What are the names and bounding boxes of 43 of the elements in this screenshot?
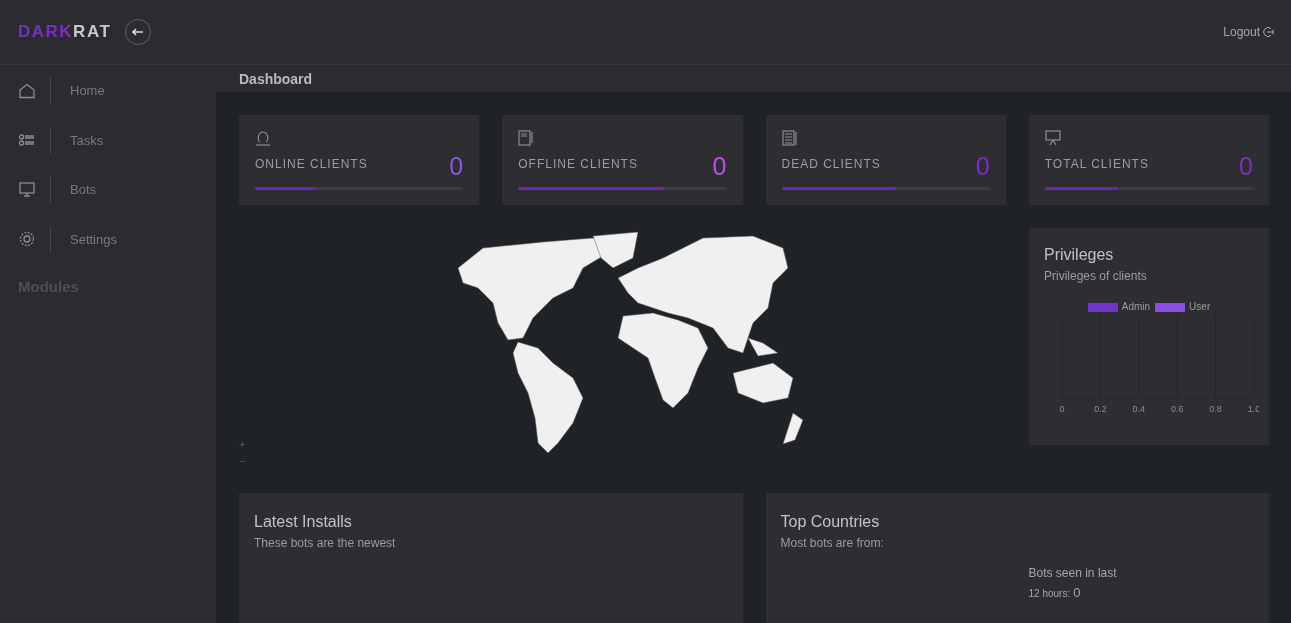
- logo: DARKRAT: [18, 22, 112, 42]
- monitor-icon: [19, 182, 35, 198]
- zoom-out-button[interactable]: −: [239, 453, 246, 470]
- bot-count: 0: [1073, 585, 1081, 600]
- bots-seen-heading: Bots seen in last: [1028, 566, 1118, 580]
- stat-value: 0: [712, 152, 727, 180]
- home-icon: [19, 82, 35, 99]
- axis-tick-label: 0: [1059, 404, 1065, 414]
- sidebar-item[interactable]: Bots: [70, 182, 96, 198]
- presentation-board-icon: [1044, 130, 1061, 146]
- card-title: Privileges: [1044, 246, 1115, 264]
- stat-value: 0: [1239, 152, 1253, 180]
- stat-value: 0: [975, 152, 990, 180]
- stat-value: 0: [449, 152, 464, 180]
- axis-tick-label: 0.8: [1209, 404, 1222, 414]
- sidebar-item[interactable]: Home: [70, 83, 105, 99]
- axis-tick-label: 0.6: [1170, 404, 1184, 414]
- stat-label: OFFLINE CLIENTS: [518, 157, 638, 173]
- stat-label: TOTAL CLIENTS: [1044, 157, 1149, 173]
- axis-tick-label: 0.2: [1094, 404, 1107, 414]
- sidebar-item[interactable]: Settings: [70, 231, 117, 247]
- period-label: 12 hours:: [1028, 588, 1071, 599]
- left-arrow-icon: [132, 28, 145, 36]
- card-subtitle: Most bots are from:: [780, 536, 885, 550]
- stat-label: ONLINE CLIENTS: [255, 157, 368, 173]
- axis-tick-label: 0.4: [1132, 404, 1146, 414]
- card-title: Top Countries: [780, 513, 881, 531]
- notebook-icon: [518, 130, 535, 146]
- card-title: Latest Installs: [254, 513, 353, 531]
- page-title: Dashboard: [239, 70, 313, 87]
- legend-item: Admin: [1087, 301, 1151, 312]
- card-subtitle: Privileges of clients: [1044, 269, 1148, 283]
- zoom-in-button[interactable]: +: [239, 436, 246, 453]
- logout-link[interactable]: Logout: [1223, 25, 1275, 39]
- document-icon: [781, 130, 798, 146]
- logout-icon: [1263, 26, 1275, 38]
- stat-label: DEAD CLIENTS: [781, 157, 881, 173]
- legend-item: User: [1155, 301, 1211, 312]
- user-icon: [255, 130, 271, 146]
- sidebar-item[interactable]: Tasks: [70, 132, 104, 148]
- card-subtitle: These bots are the newest: [254, 536, 397, 550]
- checklist-icon: [19, 134, 35, 147]
- settings-icon: [19, 231, 35, 248]
